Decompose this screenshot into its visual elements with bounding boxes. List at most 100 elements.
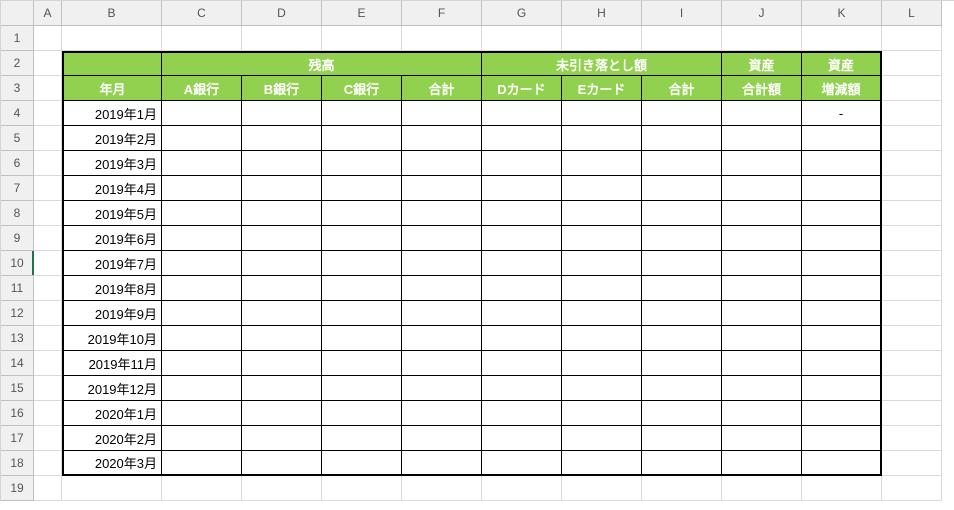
cell-bank-b[interactable] <box>242 326 322 351</box>
cell-asset-total[interactable] <box>722 401 802 426</box>
col-header-B[interactable]: B <box>62 1 162 26</box>
cell-asset-total[interactable] <box>722 251 802 276</box>
cell-bank-a[interactable] <box>162 326 242 351</box>
row-header-19[interactable]: 19 <box>1 476 34 501</box>
cell-asset-delta[interactable] <box>802 351 882 376</box>
cell-card-d[interactable] <box>482 126 562 151</box>
cell-H1[interactable] <box>562 26 642 51</box>
cell-card-d[interactable] <box>482 401 562 426</box>
cell-card-e[interactable] <box>562 226 642 251</box>
cell-asset-total[interactable] <box>722 101 802 126</box>
cell-G1[interactable] <box>482 26 562 51</box>
cell-L10[interactable] <box>882 251 942 276</box>
cell-A6[interactable] <box>34 151 62 176</box>
row-header-1[interactable]: 1 <box>1 26 34 51</box>
cell-bank-a[interactable] <box>162 451 242 476</box>
cell-pending-total[interactable] <box>642 326 722 351</box>
cell-asset-total[interactable] <box>722 351 802 376</box>
col-header-K[interactable]: K <box>802 1 882 26</box>
cell-pending-total[interactable] <box>642 301 722 326</box>
cell-month[interactable]: 2019年4月 <box>62 176 162 201</box>
cell-bank-b[interactable] <box>242 426 322 451</box>
row-header-5[interactable]: 5 <box>1 126 34 151</box>
cell-L16[interactable] <box>882 401 942 426</box>
cell-asset-total[interactable] <box>722 326 802 351</box>
row-header-17[interactable]: 17 <box>1 426 34 451</box>
row-header-15[interactable]: 15 <box>1 376 34 401</box>
cell-asset-total[interactable] <box>722 451 802 476</box>
cell-A9[interactable] <box>34 226 62 251</box>
col-header-A[interactable]: A <box>34 1 62 26</box>
cell-card-e[interactable] <box>562 401 642 426</box>
cell-month[interactable]: 2019年2月 <box>62 126 162 151</box>
col-header-H[interactable]: H <box>562 1 642 26</box>
cell-card-d[interactable] <box>482 101 562 126</box>
cell-pending-total[interactable] <box>642 151 722 176</box>
cell-month[interactable]: 2019年8月 <box>62 276 162 301</box>
cell-B19[interactable] <box>62 476 162 501</box>
cell-bank-b[interactable] <box>242 351 322 376</box>
cell-bank-c[interactable] <box>322 326 402 351</box>
cell-month[interactable]: 2019年7月 <box>62 251 162 276</box>
cell-asset-total[interactable] <box>722 276 802 301</box>
cell-pending-total[interactable] <box>642 226 722 251</box>
cell-A11[interactable] <box>34 276 62 301</box>
cell-L13[interactable] <box>882 326 942 351</box>
cell-bank-b[interactable] <box>242 301 322 326</box>
cell-balance-total[interactable] <box>402 101 482 126</box>
cell-balance-total[interactable] <box>402 276 482 301</box>
cell-card-d[interactable] <box>482 326 562 351</box>
cell-card-e[interactable] <box>562 326 642 351</box>
cell-card-d[interactable] <box>482 451 562 476</box>
cell-bank-c[interactable] <box>322 351 402 376</box>
cell-balance-total[interactable] <box>402 201 482 226</box>
cell-month[interactable]: 2020年2月 <box>62 426 162 451</box>
row-header-9[interactable]: 9 <box>1 226 34 251</box>
cell-asset-total[interactable] <box>722 376 802 401</box>
cell-F19[interactable] <box>402 476 482 501</box>
cell-A18[interactable] <box>34 451 62 476</box>
cell-bank-b[interactable] <box>242 126 322 151</box>
cell-card-e[interactable] <box>562 301 642 326</box>
cell-pending-total[interactable] <box>642 101 722 126</box>
cell-J1[interactable] <box>722 26 802 51</box>
cell-bank-c[interactable] <box>322 251 402 276</box>
col-header-G[interactable]: G <box>482 1 562 26</box>
cell-asset-delta[interactable] <box>802 251 882 276</box>
cell-L12[interactable] <box>882 301 942 326</box>
cell-bank-c[interactable] <box>322 376 402 401</box>
cell-A2[interactable] <box>34 51 62 76</box>
cell-asset-delta[interactable] <box>802 426 882 451</box>
cell-asset-total[interactable] <box>722 176 802 201</box>
cell-L5[interactable] <box>882 126 942 151</box>
cell-month[interactable]: 2020年3月 <box>62 451 162 476</box>
cell-bank-a[interactable] <box>162 401 242 426</box>
cell-F1[interactable] <box>402 26 482 51</box>
col-header-C[interactable]: C <box>162 1 242 26</box>
cell-card-d[interactable] <box>482 426 562 451</box>
cell-pending-total[interactable] <box>642 276 722 301</box>
cell-balance-total[interactable] <box>402 426 482 451</box>
cell-L11[interactable] <box>882 276 942 301</box>
cell-A3[interactable] <box>34 76 62 101</box>
cell-pending-total[interactable] <box>642 451 722 476</box>
cell-bank-b[interactable] <box>242 401 322 426</box>
cell-bank-a[interactable] <box>162 176 242 201</box>
cell-asset-delta[interactable] <box>802 401 882 426</box>
cell-card-d[interactable] <box>482 151 562 176</box>
cell-asset-total[interactable] <box>722 151 802 176</box>
cell-L14[interactable] <box>882 351 942 376</box>
cell-bank-a[interactable] <box>162 226 242 251</box>
cell-A19[interactable] <box>34 476 62 501</box>
cell-J19[interactable] <box>722 476 802 501</box>
cell-bank-a[interactable] <box>162 376 242 401</box>
cell-balance-total[interactable] <box>402 301 482 326</box>
cell-I19[interactable] <box>642 476 722 501</box>
cell-bank-c[interactable] <box>322 451 402 476</box>
cell-A1[interactable] <box>34 26 62 51</box>
row-header-11[interactable]: 11 <box>1 276 34 301</box>
cell-bank-c[interactable] <box>322 176 402 201</box>
cell-card-d[interactable] <box>482 351 562 376</box>
cell-L6[interactable] <box>882 151 942 176</box>
cell-card-e[interactable] <box>562 251 642 276</box>
